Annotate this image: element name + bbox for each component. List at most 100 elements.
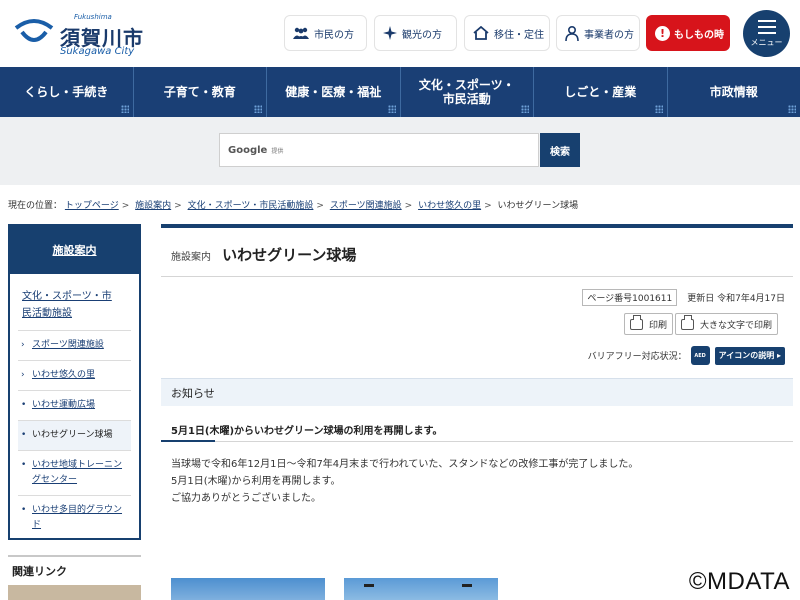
- people-icon: [293, 27, 309, 39]
- search-input[interactable]: Google 提供: [219, 133, 539, 167]
- global-nav: くらし・手続き 子育て・教育 健康・医療・福祉 文化・スポーツ・市民活動 しごと…: [0, 67, 800, 117]
- sidebar-item[interactable]: • いわせ多目的グラウンド: [18, 496, 131, 540]
- logo-subtitle-top: Fukushima: [74, 13, 112, 21]
- sidebar-item-label: いわせ悠久の里: [32, 370, 96, 380]
- bullet-icon: •: [21, 505, 27, 515]
- breadcrumb-link[interactable]: いわせ悠久の里: [418, 201, 481, 211]
- header-nav-label: 移住・定住: [494, 29, 544, 41]
- menu-label: メニュー: [750, 37, 783, 47]
- header-nav-residents[interactable]: 市民の方: [284, 15, 367, 51]
- global-nav-item-health[interactable]: 健康・医療・福祉: [267, 67, 401, 117]
- global-nav-label: 子育て・教育: [163, 85, 236, 99]
- global-nav-label: 健康・医療・福祉: [285, 85, 382, 99]
- global-nav-label: くらし・手続き: [24, 85, 109, 99]
- sparkle-icon: [383, 26, 397, 40]
- global-nav-item-work[interactable]: しごと・産業: [534, 67, 668, 117]
- print-large-button[interactable]: 大きな文字で印刷: [675, 313, 779, 335]
- logo-subtitle-bottom: Sukagawa City: [60, 46, 135, 57]
- sidebar-heading[interactable]: 施設案内: [10, 226, 139, 274]
- header-nav-label: 事業者の方: [584, 29, 634, 41]
- sidebar-item[interactable]: • いわせ運動広場: [18, 391, 131, 421]
- global-nav-label: 文化・スポーツ・市民活動: [418, 78, 515, 106]
- sidebar: 施設案内 文化・スポーツ・市民活動施設 › スポーツ関連施設 › いわせ悠久の里 •…: [8, 224, 141, 540]
- sidebar-item-label: スポーツ関連施設: [32, 340, 104, 350]
- global-nav-label: 市政情報: [709, 85, 758, 99]
- sidebar-item[interactable]: • いわせ地域トレーニングセンター: [18, 451, 131, 496]
- printer-icon: [630, 314, 643, 330]
- barrier-free-status: バリアフリー対応状況： AED アイコンの説明 ▸: [588, 346, 785, 365]
- sidebar-item-current[interactable]: • いわせグリーン球場: [18, 421, 131, 451]
- dots-decoration-icon: [254, 105, 262, 113]
- sidebar-category[interactable]: 文化・スポーツ・市民活動施設: [18, 274, 131, 331]
- page-meta: ページ番号1001611 更新日 令和7年4月17日: [582, 289, 785, 306]
- header-nav-business[interactable]: 事業者の方: [556, 15, 640, 51]
- stadium-photo: [171, 578, 325, 600]
- printer-icon: [681, 314, 694, 330]
- search-button[interactable]: 検索: [540, 133, 580, 167]
- sidebar-item-label: いわせ運動広場: [32, 400, 96, 410]
- emergency-button[interactable]: ! もしもの時: [646, 15, 730, 51]
- breadcrumb-link[interactable]: トップページ: [65, 201, 119, 211]
- dots-decoration-icon: [788, 105, 796, 113]
- related-link-banner[interactable]: [8, 585, 141, 600]
- page-title: 施設案内 いわせグリーン球場: [171, 244, 356, 265]
- city-logo[interactable]: Fukushima 須賀川市 Sukagawa City: [14, 12, 144, 58]
- logo-mark-icon: [14, 19, 54, 42]
- house-icon: [473, 26, 489, 40]
- sidebar-item-label: いわせグリーン球場: [32, 430, 113, 440]
- dots-decoration-icon: [521, 105, 529, 113]
- breadcrumb-current: いわせグリーン球場: [497, 201, 579, 211]
- updated-date: 更新日 令和7年4月17日: [687, 294, 785, 304]
- search-provider-suffix: 提供: [271, 147, 284, 155]
- breadcrumb-link[interactable]: スポーツ関連施設: [330, 201, 402, 211]
- global-nav-item-living[interactable]: くらし・手続き: [0, 67, 134, 117]
- sidebar-list: › スポーツ関連施設 › いわせ悠久の里 • いわせ運動広場 • いわせグリーン球場 •…: [18, 331, 131, 540]
- global-nav-item-government[interactable]: 市政情報: [668, 67, 800, 117]
- notice-subheading: 5月1日(木曜)からいわせグリーン球場の利用を再開します。: [171, 426, 443, 437]
- breadcrumb-prefix: 現在の位置：: [8, 201, 63, 211]
- alert-icon: !: [655, 25, 670, 41]
- chevron-right-icon: ›: [21, 340, 25, 350]
- chevron-right-icon: ›: [21, 370, 25, 380]
- site-header: Fukushima 須賀川市 Sukagawa City 市民の方 観光の方 移…: [0, 0, 800, 67]
- menu-button[interactable]: メニュー: [743, 10, 790, 57]
- print-large-label: 大きな文字で印刷: [700, 320, 773, 331]
- page-title-text: いわせグリーン球場: [222, 246, 357, 264]
- sidebar-item[interactable]: › いわせ悠久の里: [18, 361, 131, 391]
- body-paragraph: 5月1日(木曜)から利用を再開します。: [171, 476, 341, 487]
- light-pole-decoration: [462, 584, 472, 587]
- header-nav-label: 観光の方: [402, 29, 442, 41]
- page-number: ページ番号1001611: [582, 289, 678, 306]
- divider: [161, 276, 793, 277]
- businessperson-icon: [565, 25, 579, 41]
- bullet-icon: •: [21, 400, 27, 410]
- related-links-heading: 関連リンク: [8, 555, 141, 581]
- search-band: Google 提供 検索: [0, 117, 800, 185]
- print-label: 印刷: [649, 320, 668, 331]
- notice-body: 当球場で令和6年12月1日～令和7年4月末まで行われていた、スタンドなどの改修工…: [171, 456, 638, 507]
- breadcrumb-link[interactable]: 施設案内: [135, 201, 171, 211]
- body-paragraph: 当球場で令和6年12月1日～令和7年4月末まで行われていた、スタンドなどの改修工…: [171, 459, 639, 470]
- title-accent-bar: [161, 224, 793, 228]
- hamburger-icon: [757, 19, 776, 34]
- body-paragraph: ご協力ありがとうございました。: [171, 493, 321, 504]
- bullet-icon: •: [21, 430, 27, 440]
- global-nav-label: しごと・産業: [564, 85, 637, 99]
- aed-icon[interactable]: AED: [690, 346, 710, 365]
- header-nav-relocation[interactable]: 移住・定住: [464, 15, 550, 51]
- emergency-label: もしもの時: [674, 29, 724, 41]
- global-nav-item-childcare[interactable]: 子育て・教育: [134, 67, 267, 117]
- header-nav-label: 市民の方: [314, 29, 354, 41]
- page-category: 施設案内: [171, 252, 211, 263]
- print-button[interactable]: 印刷: [624, 313, 674, 335]
- divider: [161, 441, 793, 442]
- icon-explanation-button[interactable]: アイコンの説明 ▸: [714, 346, 785, 365]
- sidebar-item[interactable]: › スポーツ関連施設: [18, 331, 131, 361]
- global-nav-item-culture[interactable]: 文化・スポーツ・市民活動: [401, 67, 534, 117]
- subheading-accent: [161, 440, 215, 442]
- header-nav-tourists[interactable]: 観光の方: [374, 15, 457, 51]
- breadcrumb-link[interactable]: 文化・スポーツ・市民活動施設: [188, 201, 314, 211]
- dots-decoration-icon: [654, 105, 663, 113]
- sidebar-item-label: いわせ多目的グラウンド: [32, 505, 123, 530]
- light-pole-decoration: [364, 584, 374, 587]
